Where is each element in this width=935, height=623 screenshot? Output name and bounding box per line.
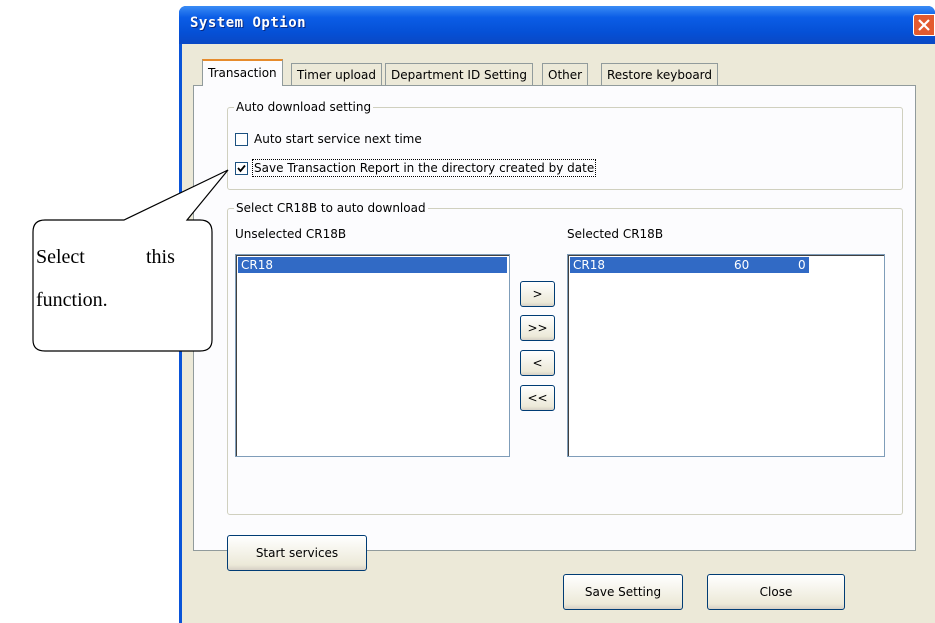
callout-text-this: this: [146, 246, 175, 268]
callout-bubble: [32, 169, 229, 352]
tab-transaction[interactable]: Transaction: [202, 59, 283, 86]
callout-text-select: Select: [36, 246, 85, 268]
callout-text-function: function.: [36, 289, 108, 311]
